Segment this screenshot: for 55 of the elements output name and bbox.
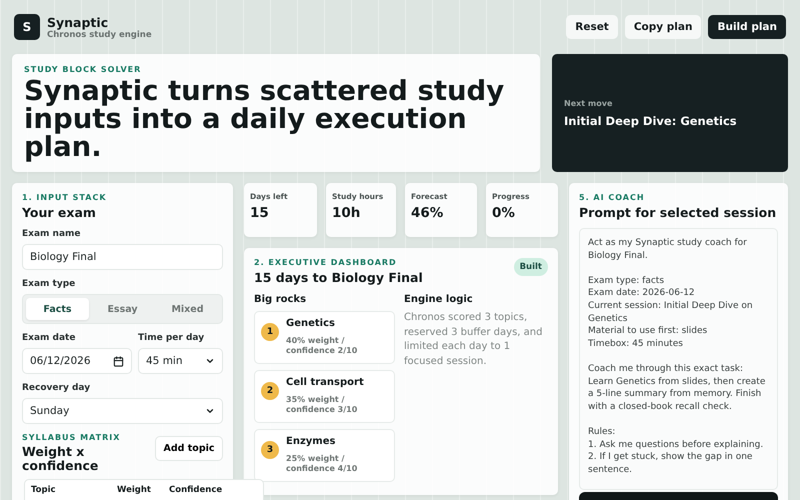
hero-headline: Synaptic turns scattered study inputs into a daily execution plan.	[24, 77, 506, 161]
stat-value: 15	[250, 205, 270, 221]
topic-name: Enzymes	[286, 436, 336, 447]
section-eyebrow: 2. EXECUTIVE DASHBOARD	[254, 258, 398, 267]
app-name: Synaptic	[47, 14, 110, 30]
card-title: Weight x confidence	[22, 445, 100, 473]
date-field[interactable]: 06/12/2026	[22, 348, 132, 374]
column-header: Confidence	[169, 485, 224, 497]
stat-value: 10h	[332, 205, 362, 221]
app-logo: S	[14, 14, 40, 40]
add-topic-button[interactable]: Add topic	[155, 436, 223, 461]
stat-value: 0%	[492, 205, 516, 221]
next-move-label: Next move	[564, 98, 614, 108]
header-button[interactable]: Reset	[566, 15, 618, 39]
field-label: Time per day	[138, 333, 206, 343]
recovery-select[interactable]: Sunday	[22, 398, 223, 424]
engine-logic-text: Chronos scored 3 topics, reserved 3 buffer days, and limited each day to 1 focused session.	[404, 311, 544, 368]
time-select[interactable]: 45 min	[138, 348, 223, 374]
rank-badge: 1	[261, 323, 279, 341]
section-eyebrow: 1. INPUT STACK	[22, 193, 108, 202]
column-header: Topic	[31, 485, 57, 497]
next-move-title: Initial Deep Dive: Genetics	[564, 114, 738, 128]
exam-type-option[interactable]: Facts	[26, 298, 89, 320]
exam-type-option[interactable]: Mixed	[156, 298, 219, 320]
rank-badge: 2	[261, 382, 279, 400]
section-eyebrow: STUDY BLOCK SOLVER	[24, 65, 142, 74]
primary-button[interactable]: Build plan	[708, 15, 786, 39]
card-title: Your exam	[22, 205, 97, 220]
field-label: Recovery day	[22, 383, 92, 393]
topic-name: Cell transport	[286, 377, 365, 388]
field-label: Exam name	[22, 229, 82, 239]
section-eyebrow: SYLLABUS MATRIX	[22, 433, 122, 442]
engine-logic-heading: Engine logic	[404, 294, 474, 305]
app-subtitle: Chronos study engine	[47, 30, 152, 40]
chevron-icon	[205, 406, 215, 416]
status-badge: Built	[514, 258, 548, 276]
exam-type-option[interactable]: Essay	[91, 298, 154, 320]
topic-name: Genetics	[286, 318, 336, 329]
header-button[interactable]: Copy plan	[624, 15, 702, 39]
rank-badge: 3	[261, 441, 279, 459]
prompt-text: Act as my Synaptic study coach for Biology Final. Exam type: facts Exam date: 2026-06-12 Current session: Initial Deep Dive on Genetics Material to use first: slides Timebox: 45 minutes Coach me through this exact task: Learn Genetics from slides, then create a 5-line summary from memory. Finish with a closed-book recall check. Rules: 1. Ask me questions before explaining. 2. If I get stuck, show the gap in one sentence.	[579, 228, 778, 490]
field-label: Exam type	[22, 279, 76, 289]
chevron-icon	[205, 356, 215, 366]
field-label: Exam date	[22, 333, 76, 343]
topic-detail: 40% weight / confidence 2/10	[286, 336, 358, 355]
card-title: Prompt for selected session	[579, 205, 778, 220]
exam-name-field[interactable]: Biology Final	[22, 244, 223, 270]
calendar-icon	[113, 356, 124, 366]
card-title: 15 days to Biology Final	[254, 270, 423, 285]
section-eyebrow: 5. AI COACH	[579, 193, 646, 202]
big-rocks-heading: Big rocks	[254, 294, 308, 305]
topic-detail: 35% weight / confidence 3/10	[286, 395, 358, 414]
topic-detail: 25% weight / confidence 4/10	[286, 454, 358, 473]
column-header: Weight	[117, 485, 152, 497]
stat-value: 46%	[411, 205, 444, 221]
